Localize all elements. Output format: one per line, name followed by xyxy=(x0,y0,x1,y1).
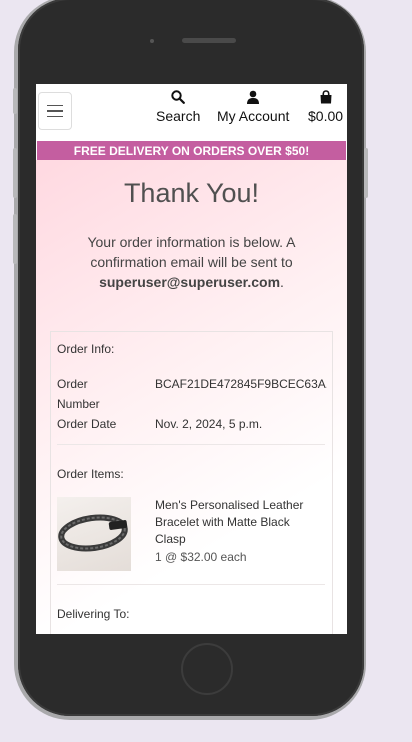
order-date-value: Nov. 2, 2024, 5 p.m. xyxy=(155,417,263,431)
top-navbar: Search My Account $0.00 FREE DELIVERY ON… xyxy=(36,84,347,160)
menu-icon xyxy=(47,104,63,107)
home-button[interactable] xyxy=(181,643,233,695)
account-label: My Account xyxy=(217,108,290,124)
account-link[interactable]: My Account xyxy=(217,88,289,124)
confirmation-text: Your order information is below. A confi… xyxy=(87,234,296,270)
order-date-label: Order Date xyxy=(57,417,117,431)
order-number-value: BCAF21DE472845F9BCEC63A... xyxy=(155,377,327,391)
order-summary-card: Order Info: Order Number BCAF21DE472845F… xyxy=(50,331,333,634)
product-name: Men's Personalised Leather Bracelet with… xyxy=(155,498,304,546)
search-link[interactable]: Search xyxy=(156,88,200,124)
product-image xyxy=(57,497,131,571)
bag-link[interactable]: $0.00 xyxy=(308,88,343,124)
search-icon xyxy=(171,88,186,106)
section-divider xyxy=(57,584,325,585)
order-number-label: Order Number xyxy=(57,377,100,411)
order-info-heading: Order Info: xyxy=(57,342,115,356)
confirmation-message: Your order information is below. A confi… xyxy=(87,234,296,290)
promo-text: FREE DELIVERY ON ORDERS OVER $50! xyxy=(73,143,310,158)
order-items-heading: Order Items: xyxy=(57,467,124,481)
power-button xyxy=(364,148,368,198)
search-label: Search xyxy=(156,108,201,124)
bag-total: $0.00 xyxy=(308,108,344,124)
product-qty-price: 1 @ $32.00 each xyxy=(155,550,247,564)
checkout-success-content: Thank You! Your order information is bel… xyxy=(36,160,347,634)
menu-toggle-button[interactable] xyxy=(38,92,72,130)
shopping-bag-icon xyxy=(319,88,333,106)
promo-banner: FREE DELIVERY ON ORDERS OVER $50! xyxy=(37,141,346,160)
user-icon xyxy=(246,88,260,106)
delivery-heading: Delivering To: xyxy=(57,607,130,621)
page-title: Thank You! xyxy=(123,178,260,208)
section-divider xyxy=(57,444,325,445)
mute-switch xyxy=(13,88,17,114)
volume-down-button xyxy=(13,214,17,264)
speaker-grille xyxy=(182,38,236,43)
phone-screen: Search My Account $0.00 FREE DELIVERY ON… xyxy=(36,84,347,634)
camera-icon xyxy=(150,39,154,43)
volume-up-button xyxy=(13,148,17,198)
confirmation-email: superuser@superuser.com xyxy=(99,274,281,290)
